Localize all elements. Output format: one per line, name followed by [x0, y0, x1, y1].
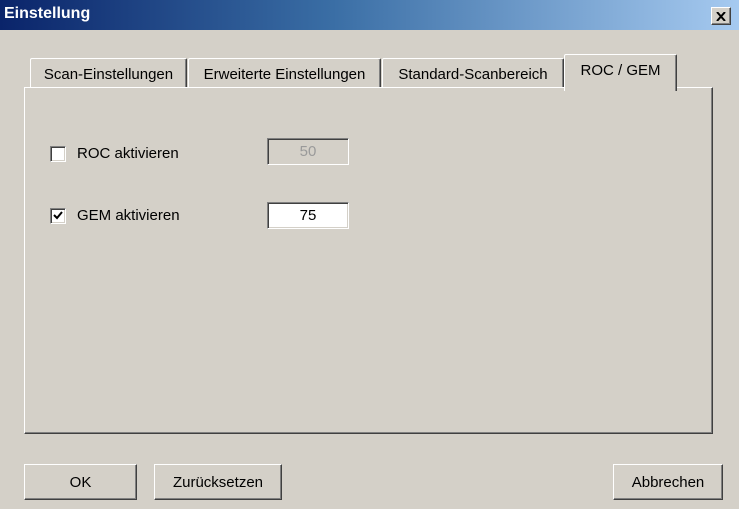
roc-label: ROC aktivieren [77, 145, 179, 162]
gem-checkbox[interactable] [50, 208, 66, 224]
cancel-button[interactable]: Abbrechen [613, 464, 723, 500]
settings-dialog: Einstellung Scan-Einstellungen Erweitert… [0, 0, 739, 509]
tab-label: Standard-Scanbereich [398, 66, 548, 83]
roc-value-input[interactable] [267, 138, 349, 165]
close-button[interactable] [711, 7, 731, 25]
tab-erweiterte-einstellungen[interactable]: Erweiterte Einstellungen [188, 58, 381, 90]
window-title: Einstellung [4, 5, 91, 22]
gem-label: GEM aktivieren [77, 207, 180, 224]
tab-label: Scan-Einstellungen [43, 66, 174, 83]
title-bar[interactable]: Einstellung [0, 0, 739, 30]
close-icon [716, 11, 726, 21]
tab-roc-gem[interactable]: ROC / GEM [564, 54, 677, 91]
tab-label: ROC / GEM [580, 61, 661, 79]
gem-value-input[interactable] [267, 202, 349, 229]
ok-button[interactable]: OK [24, 464, 137, 500]
reset-button[interactable]: Zurücksetzen [154, 464, 282, 500]
tab-scan-einstellungen[interactable]: Scan-Einstellungen [30, 58, 187, 90]
tab-label: Erweiterte Einstellungen [203, 66, 366, 83]
roc-checkbox[interactable] [50, 146, 66, 162]
tab-standard-scanbereich[interactable]: Standard-Scanbereich [382, 58, 564, 90]
tab-panel-roc-gem: ROC aktivieren GEM aktivieren [24, 87, 713, 434]
checkmark-icon [53, 211, 63, 220]
